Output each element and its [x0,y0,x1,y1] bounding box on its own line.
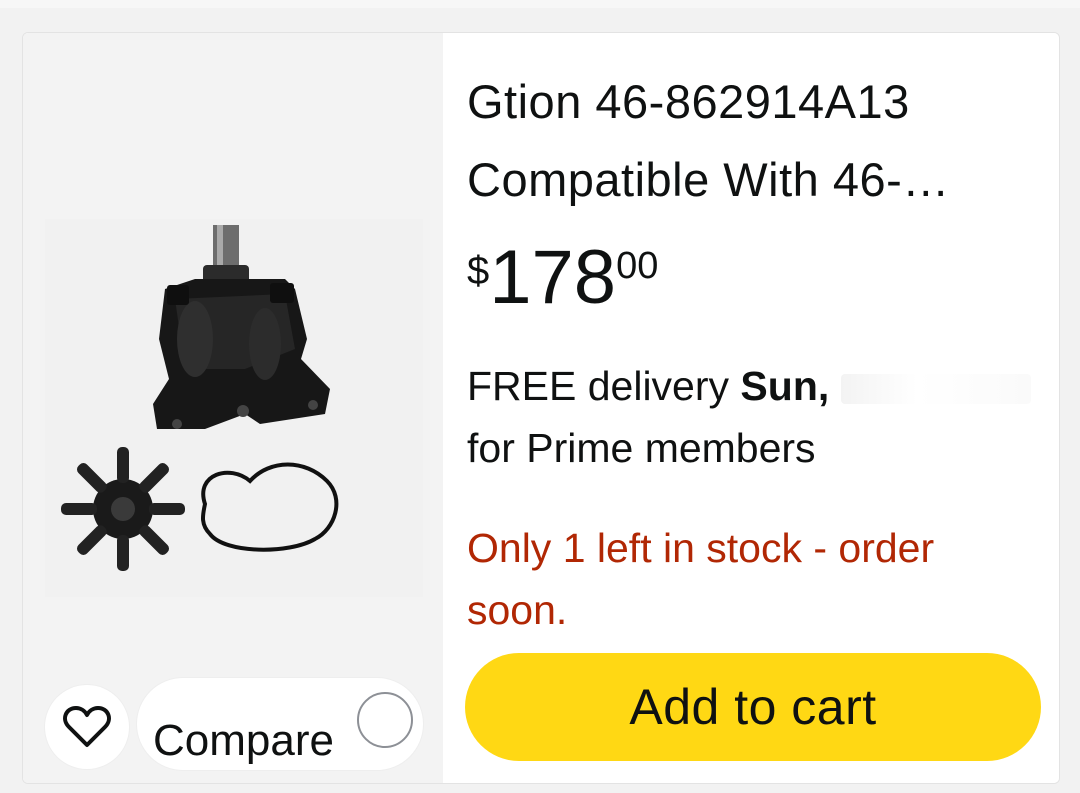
product-image[interactable] [45,219,423,597]
image-pane: Compare [23,33,443,783]
stock-message: Only 1 left in stock - order soon. [467,525,935,633]
price-fraction: 00 [616,245,659,287]
compare-toggle[interactable]: Compare [137,678,423,770]
product-title[interactable]: Gtion 46-862914A13 Compatible With 46-86… [467,63,1037,219]
delivery-prefix: FREE delivery [467,363,730,409]
delivery-day: Sun, [740,363,830,409]
water-pump-kit-photo [45,219,423,597]
price-whole: 178 [489,235,617,320]
add-to-cart-button[interactable]: Add to cart [465,653,1041,761]
delivery-suffix: for Prime members [467,425,816,471]
price-symbol: $ [467,249,490,293]
heart-icon [63,706,111,747]
product-price: $17800 [467,233,658,323]
product-card[interactable]: Compare Gtion 46-862914A13 Compatible Wi… [22,32,1060,784]
info-pane: Gtion 46-862914A13 Compatible With 46-86… [443,33,1059,783]
redacted-date [840,374,1031,405]
wishlist-button[interactable] [45,685,129,769]
top-divider [0,0,1080,8]
compare-label: Compare [153,716,334,765]
compare-checkbox[interactable] [357,692,413,748]
delivery-info: FREE delivery Sun, for Prime members [467,355,1037,479]
